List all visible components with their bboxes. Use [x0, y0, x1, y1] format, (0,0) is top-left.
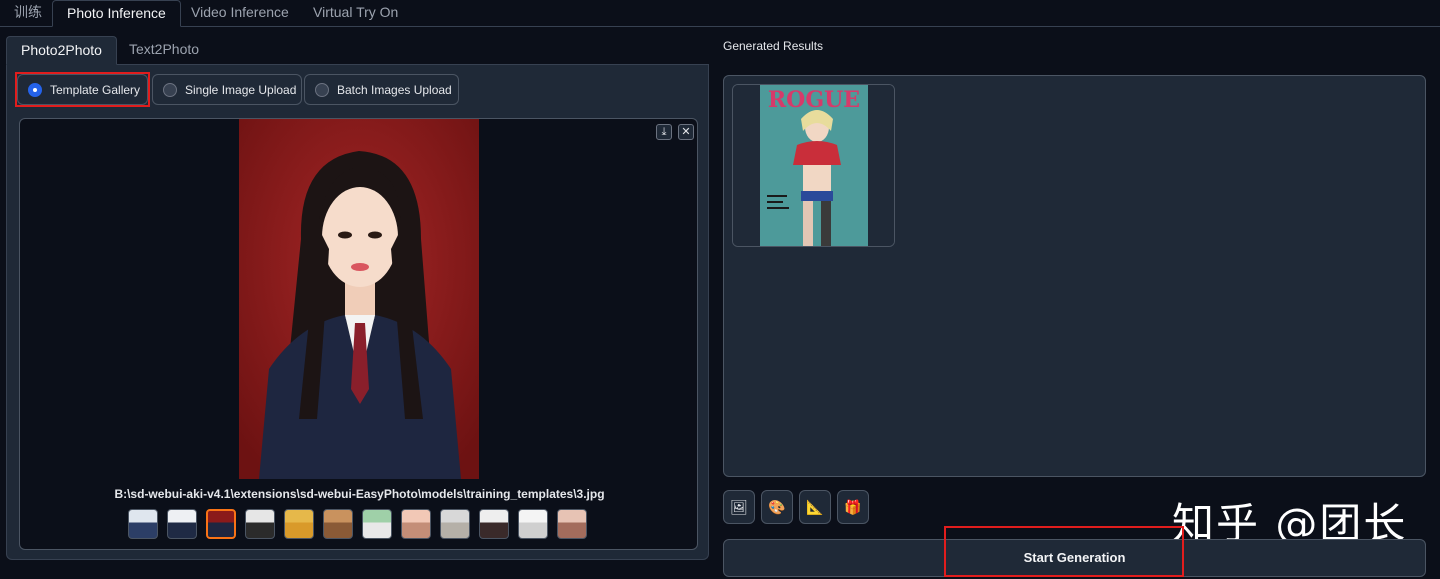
template-thumbnail[interactable] — [557, 509, 587, 539]
tab-train[interactable]: 训练 — [0, 0, 56, 27]
highlight-box — [944, 526, 1184, 577]
triangle-ruler-icon[interactable]: 📐 — [799, 490, 831, 524]
tab-photo-inference[interactable]: Photo Inference — [52, 0, 181, 27]
tab-virtual-try-on[interactable]: Virtual Try On — [299, 0, 412, 27]
highlight-box — [15, 72, 150, 107]
top-tab-bar: 训练 Photo Inference Video Inference Virtu… — [0, 0, 1440, 27]
template-thumbnail[interactable] — [401, 509, 431, 539]
photo2photo-panel: Photo2Photo Text2Photo Template Gallery … — [6, 36, 709, 560]
radio-batch-images-upload[interactable]: Batch Images Upload — [304, 74, 459, 105]
radio-dot-icon — [315, 82, 329, 97]
template-thumbnail[interactable] — [206, 509, 236, 539]
template-preview-image — [239, 119, 479, 479]
sub-tab-bar: Photo2Photo Text2Photo — [6, 36, 709, 65]
panel-body: Template Gallery Single Image Upload Bat… — [6, 65, 709, 560]
template-gallery: ⤓ ✕ B:\sd-webui-aki-v4.1\extensions\sd-w… — [19, 118, 698, 550]
template-thumbnail[interactable] — [362, 509, 392, 539]
close-icon[interactable]: ✕ — [678, 124, 694, 140]
generated-result-thumbnail[interactable]: ROGUE — [732, 84, 895, 247]
radio-label: Batch Images Upload — [337, 82, 452, 97]
magazine-title: ROGUE — [768, 87, 860, 113]
template-thumbnail[interactable] — [284, 509, 314, 539]
palette-icon[interactable]: 🎨 — [761, 490, 793, 524]
magazine-cover-image: ROGUE — [733, 85, 894, 246]
image-icon[interactable]: 🖼 — [723, 490, 755, 524]
radio-single-image-upload[interactable]: Single Image Upload — [152, 74, 302, 105]
template-thumbnail[interactable] — [323, 509, 353, 539]
template-thumbnail[interactable] — [440, 509, 470, 539]
generated-results-gallery: ROGUE — [723, 75, 1426, 477]
template-thumbnail[interactable] — [518, 509, 548, 539]
template-thumbnail[interactable] — [128, 509, 158, 539]
template-thumbnail[interactable] — [245, 509, 275, 539]
template-path-caption: B:\sd-webui-aki-v4.1\extensions\sd-webui… — [114, 487, 605, 501]
tab-photo2photo[interactable]: Photo2Photo — [6, 36, 117, 65]
radio-dot-icon — [163, 82, 177, 97]
generated-results-label: Generated Results — [723, 39, 824, 53]
template-thumbnail[interactable] — [167, 509, 197, 539]
tab-text2photo[interactable]: Text2Photo — [115, 36, 213, 65]
download-icon[interactable]: ⤓ — [656, 124, 672, 140]
template-thumbnail[interactable] — [479, 509, 509, 539]
tab-video-inference[interactable]: Video Inference — [177, 0, 303, 27]
radio-label: Single Image Upload — [185, 82, 297, 97]
gift-icon[interactable]: 🎁 — [837, 490, 869, 524]
